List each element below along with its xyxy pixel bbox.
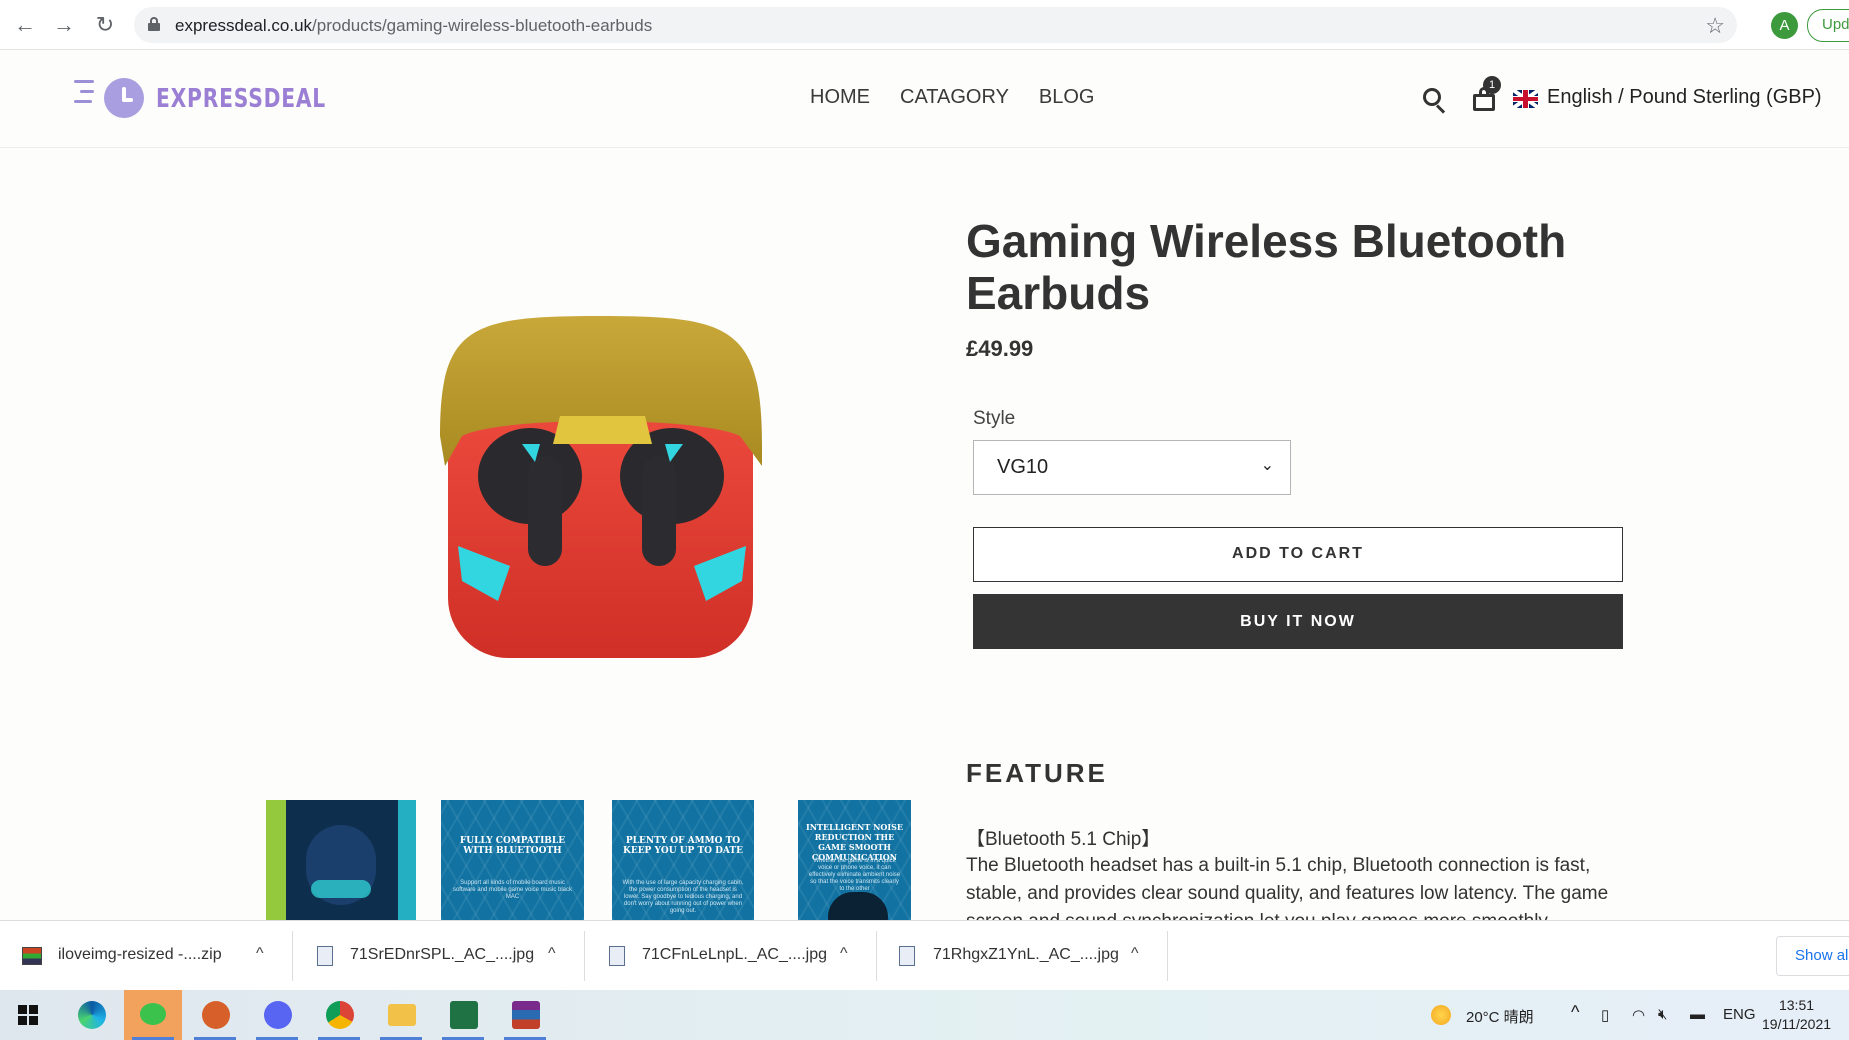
logo-clock-icon[interactable] <box>104 78 144 118</box>
nav-category[interactable]: CATAGORY <box>900 86 1009 109</box>
download-filename: 71RhgxZ1YnL._AC_....jpg <box>933 946 1119 963</box>
address-bar[interactable]: expressdeal.co.uk/products/gaming-wirele… <box>134 7 1737 43</box>
download-item[interactable]: 71CFnLeLnpL._AC_....jpg ^ <box>585 931 877 981</box>
thumbnail-4[interactable]: INTELLIGENT NOISE REDUCTION THE GAME SMO… <box>798 800 911 920</box>
chevron-up-icon[interactable]: ^ <box>840 945 848 963</box>
product-title: Gaming Wireless Bluetooth Earbuds <box>966 215 1567 319</box>
chevron-up-icon[interactable]: ^ <box>548 945 556 963</box>
discord-icon[interactable] <box>248 990 306 1040</box>
language-indicator[interactable]: ENG <box>1723 1006 1756 1023</box>
battery-usb-icon[interactable]: ▯ <box>1601 1006 1609 1024</box>
chevron-down-icon: ⌄ <box>1260 457 1274 474</box>
style-label: Style <box>973 408 1016 429</box>
update-button[interactable]: Upd <box>1807 9 1849 42</box>
chevron-up-icon[interactable]: ^ <box>256 945 264 963</box>
image-file-icon <box>317 946 333 966</box>
winrar-icon[interactable] <box>496 990 554 1040</box>
download-filename: 71SrEDnrSPL._AC_....jpg <box>350 946 535 963</box>
nav-blog[interactable]: BLOG <box>1039 86 1095 109</box>
taskbar-clock[interactable]: 13:51 19/11/2021 <box>1762 996 1831 1034</box>
style-select[interactable]: VG10 ⌄ <box>973 440 1291 495</box>
show-all-downloads-button[interactable]: Show al <box>1776 936 1849 976</box>
thumbnail-1[interactable] <box>266 800 416 920</box>
weather-sun-icon[interactable] <box>1431 1005 1451 1025</box>
file-explorer-icon[interactable] <box>372 990 430 1040</box>
game-app-icon[interactable] <box>186 990 244 1040</box>
image-file-icon <box>899 946 915 966</box>
battery-icon[interactable]: ▬ <box>1690 1006 1705 1023</box>
cart-count-badge: 1 <box>1483 76 1501 94</box>
download-filename: 71CFnLeLnpL._AC_....jpg <box>642 946 828 963</box>
chevron-up-icon[interactable]: ^ <box>1131 945 1139 963</box>
profile-avatar[interactable]: A <box>1771 12 1798 39</box>
image-file-icon <box>609 946 625 966</box>
weather-text[interactable]: 20°C 晴朗 <box>1466 1006 1534 1027</box>
uk-flag-icon[interactable] <box>1513 90 1538 108</box>
chevron-up-icon[interactable]: ^ <box>1571 1002 1579 1023</box>
windows-start-icon[interactable] <box>18 1005 38 1025</box>
chrome-icon[interactable] <box>310 990 368 1040</box>
downloads-bar: iloveimg-resized -....zip ^ 71SrEDnrSPL.… <box>0 920 1849 990</box>
buy-it-now-button[interactable]: BUY IT NOW <box>973 594 1623 649</box>
windows-taskbar: 20°C 晴朗 ^ ▯ ◠ 🔇︎ ▬ ENG 13:51 19/11/2021 <box>0 990 1849 1040</box>
site-header: EXPRESSDEAL HOME CATAGORY BLOG 1 English… <box>0 50 1849 148</box>
feature-subheading: 【Bluetooth 5.1 Chip】 <box>966 829 1161 850</box>
language-label[interactable]: English / <box>1547 86 1624 108</box>
zip-file-icon <box>22 947 42 965</box>
wifi-icon[interactable]: ◠ <box>1632 1006 1645 1024</box>
style-select-value: VG10 <box>997 456 1049 478</box>
lock-icon[interactable] <box>148 17 160 31</box>
volume-muted-icon[interactable]: 🔇︎ <box>1658 1006 1667 1023</box>
locale-selector[interactable]: English / Pound Sterling (GBP) <box>1547 86 1822 109</box>
browser-toolbar: ← → ↻ expressdeal.co.uk/products/gaming-… <box>0 0 1849 50</box>
excel-icon[interactable] <box>434 990 492 1040</box>
main-nav: HOME CATAGORY BLOG <box>810 86 1094 109</box>
feature-heading: FEATURE <box>966 758 1108 788</box>
logo-lines-icon[interactable] <box>74 80 94 110</box>
nav-home[interactable]: HOME <box>810 86 870 109</box>
bookmark-star-icon[interactable]: ☆ <box>1705 13 1725 39</box>
add-to-cart-button[interactable]: ADD TO CART <box>973 527 1623 582</box>
download-filename: iloveimg-resized -....zip <box>58 946 222 963</box>
clock-date: 19/11/2021 <box>1762 1016 1832 1032</box>
thumbnail-2[interactable]: FULLY COMPATIBLE WITH BLUETOOTH Support … <box>441 800 584 920</box>
product-price: £49.99 <box>966 336 1034 361</box>
currency-label[interactable]: Pound Sterling (GBP) <box>1629 86 1821 108</box>
clock-time: 13:51 <box>1778 997 1815 1013</box>
product-main-image[interactable] <box>440 316 765 666</box>
download-item[interactable]: iloveimg-resized -....zip ^ <box>0 931 293 981</box>
url-text[interactable]: expressdeal.co.uk/products/gaming-wirele… <box>175 16 652 36</box>
download-item[interactable]: 71RhgxZ1YnL._AC_....jpg ^ <box>877 931 1168 981</box>
site-logo[interactable]: EXPRESSDEAL <box>156 84 326 114</box>
back-arrow-icon[interactable]: ← <box>12 12 38 38</box>
search-icon[interactable] <box>1423 88 1447 114</box>
wechat-icon[interactable] <box>124 990 182 1040</box>
forward-arrow-icon[interactable]: → <box>51 12 77 38</box>
thumbnail-3[interactable]: PLENTY OF AMMO TO KEEP YOU UP TO DATE Wi… <box>612 800 754 920</box>
reload-icon[interactable]: ↻ <box>92 12 118 38</box>
edge-browser-icon[interactable] <box>62 990 120 1040</box>
download-item[interactable]: 71SrEDnrSPL._AC_....jpg ^ <box>293 931 585 981</box>
